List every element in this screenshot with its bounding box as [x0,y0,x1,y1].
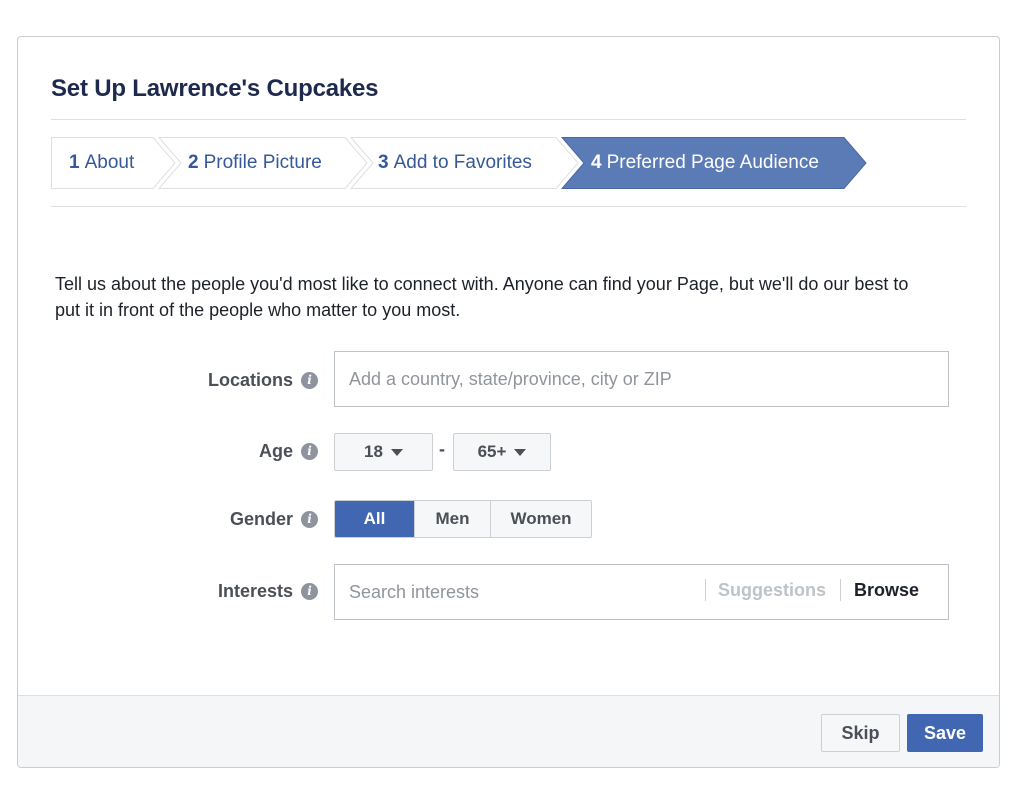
step-number: 4 [591,152,602,173]
locations-label-text: Locations [207,369,293,390]
step-label: Add to Favorites [393,152,532,173]
locations-placeholder: Add a country, state/province, city or Z… [349,368,672,389]
step-label: About [84,152,135,173]
chevron-down-icon [514,448,527,456]
dialog-title: Set Up Lawrence's Cupcakes [51,75,379,102]
gender-men-button[interactable]: Men [415,501,491,537]
intro-text: Tell us about the people you'd most like… [55,274,909,320]
step-add-to-favorites[interactable]: 3 Add to Favorites [378,137,532,189]
gender-women-button[interactable]: Women [491,501,591,537]
age-max-select[interactable]: 65+ [453,433,551,471]
step-about[interactable]: 1 About [69,137,134,189]
gender-segmented-control: All Men Women [334,500,592,538]
step-number: 3 [378,152,389,173]
save-button[interactable]: Save [907,714,983,752]
suggestions-link[interactable]: Suggestions [718,580,826,601]
wizard-steps: 1 About 2 Profile Picture 3 Add to Favor… [51,137,966,189]
step-preferred-page-audience[interactable]: 4 Preferred Page Audience [591,137,819,189]
step-number: 1 [69,152,80,173]
info-icon[interactable]: i [301,442,318,460]
skip-button[interactable]: Skip [821,714,900,752]
interests-label-text: Interests [217,580,293,601]
age-min-value: 18 [364,442,383,461]
step-label: Profile Picture [203,152,322,173]
locations-input[interactable]: Add a country, state/province, city or Z… [334,351,949,407]
dialog-footer: Skip Save [18,695,999,767]
setup-dialog: Set Up Lawrence's Cupcakes 1 About 2 Pro… [17,36,1000,768]
interests-actions: Suggestions Browse [705,578,919,602]
step-profile-picture[interactable]: 2 Profile Picture [188,137,322,189]
age-max-value: 65+ [477,442,507,461]
gender-label: Gender i [118,506,318,532]
age-range-separator: - [439,439,445,459]
interests-placeholder: Search interests [349,581,480,602]
gender-label-text: Gender [229,508,293,529]
info-icon[interactable]: i [301,510,318,528]
divider [705,579,706,601]
step-number: 2 [188,152,199,173]
divider [840,579,842,601]
browse-link[interactable]: Browse [854,580,919,601]
step-label: Preferred Page Audience [606,152,819,173]
title-divider [51,119,966,120]
locations-label: Locations i [118,367,318,393]
steps-divider [51,206,966,207]
info-icon[interactable]: i [301,582,318,600]
age-label-text: Age [258,440,293,461]
age-min-select[interactable]: 18 [334,433,433,471]
interests-label: Interests i [118,578,318,604]
age-label: Age i [118,438,318,464]
chevron-down-icon [390,448,403,456]
gender-all-button[interactable]: All [335,501,415,537]
info-icon[interactable]: i [301,371,318,389]
